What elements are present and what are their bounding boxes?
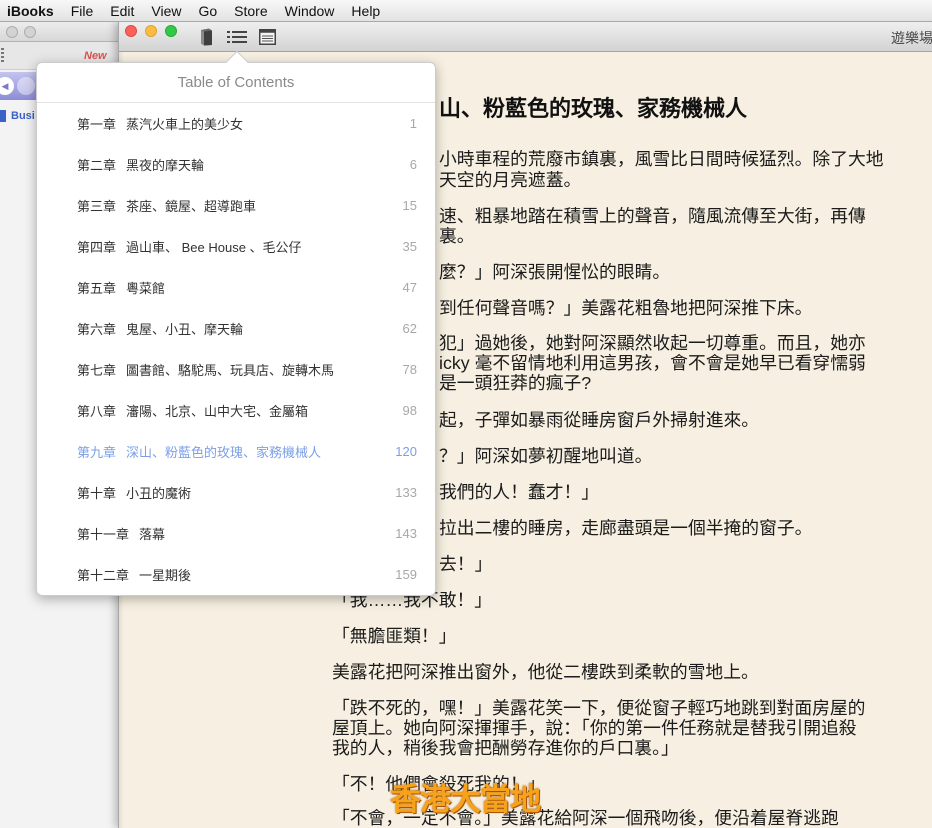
toc-chapter-title: 茶座、鏡屋、超導跑車 bbox=[126, 199, 257, 214]
text-line: 到任何聲音嗎？」美露花粗魯地把阿深推下床。 bbox=[439, 298, 813, 318]
toc-page-number: 6 bbox=[409, 157, 417, 172]
toc-page-number: 98 bbox=[402, 403, 417, 418]
toc-page-number: 62 bbox=[402, 321, 417, 336]
toc-item-chapter-11[interactable]: 第十一章 落幕 143 bbox=[37, 513, 435, 554]
reader-titlebar[interactable]: 遊樂場 bbox=[119, 22, 932, 52]
toc-item-chapter-8[interactable]: 第八章 瀋陽、北京、山中大宅、金屬箱 98 bbox=[37, 390, 435, 431]
toc-chapter-label: 第二章 bbox=[77, 158, 117, 173]
text-line: icky 毫不留情地利用這男孩，會不會是她早已看穿懦弱 bbox=[439, 353, 866, 373]
text-line: 「無膽匪類！」 bbox=[332, 626, 457, 646]
toc-item-chapter-6[interactable]: 第六章 鬼屋、小丑、摩天輪 62 bbox=[37, 308, 435, 349]
text-line: 速、粗暴地踏在積雪上的聲音，隨風流傳至大街，再傳 bbox=[439, 206, 866, 226]
toc-item-chapter-5[interactable]: 第五章 粵菜館 47 bbox=[37, 267, 435, 308]
toc-chapter-title: 過山車、 Bee House 、毛公仔 bbox=[126, 240, 302, 255]
inactive-close-button[interactable] bbox=[6, 26, 18, 38]
minimize-button[interactable] bbox=[145, 25, 157, 37]
toc-chapter-title: 小丑的魔術 bbox=[126, 486, 192, 501]
toc-page-number: 15 bbox=[402, 198, 417, 213]
toc-chapter-title: 瀋陽、北京、山中大宅、金屬箱 bbox=[126, 404, 309, 419]
text-line: 裏。 bbox=[439, 226, 475, 246]
text-line: 麼？」阿深張開惺忪的眼睛。 bbox=[439, 262, 671, 282]
toc-page-number: 159 bbox=[395, 567, 417, 582]
popover-title: Table of Contents bbox=[37, 63, 435, 103]
text-line: 犯」過她後，她對阿深顯然收起一切尊重。而且，她亦 bbox=[439, 333, 866, 353]
toc-page-number: 120 bbox=[395, 444, 417, 459]
back-arrow-icon[interactable]: ◀ bbox=[0, 77, 14, 95]
toc-chapter-label: 第一章 bbox=[77, 117, 117, 132]
table-of-contents-popover: Table of Contents 第一章 蒸汽火車上的美少女 1 第二章 黑夜… bbox=[36, 50, 436, 596]
watermark: 香港大當地 bbox=[390, 782, 541, 817]
sidebar-item-label: Busi bbox=[11, 110, 35, 122]
toc-chapter-title: 鬼屋、小丑、摩天輪 bbox=[126, 322, 244, 337]
toc-item-chapter-12[interactable]: 第十二章 一星期後 159 bbox=[37, 554, 435, 595]
toc-item-chapter-10[interactable]: 第十章 小丑的魔術 133 bbox=[37, 472, 435, 513]
new-toolbar-item[interactable]: New bbox=[84, 49, 107, 63]
text-line: 起，子彈如暴雨從睡房窗戶外掃射進來。 bbox=[439, 410, 760, 430]
menu-app-ibooks[interactable]: iBooks bbox=[7, 3, 54, 19]
menu-file[interactable]: File bbox=[71, 3, 94, 19]
text-line: 去！」 bbox=[439, 554, 493, 574]
text-line: ？」阿深如夢初醒地叫道。 bbox=[439, 446, 653, 466]
toc-page-number: 133 bbox=[395, 485, 417, 500]
zoom-button[interactable] bbox=[165, 25, 177, 37]
toc-chapter-label: 第九章 bbox=[77, 445, 117, 460]
notes-icon[interactable] bbox=[259, 29, 276, 45]
chapter-heading: 山、粉藍色的玫瑰、家務機械人 bbox=[439, 96, 748, 121]
menu-window[interactable]: Window bbox=[285, 3, 335, 19]
toc-page-number: 78 bbox=[402, 362, 417, 377]
toc-chapter-title: 圖書館、駱駝馬、玩具店、旋轉木馬 bbox=[126, 363, 335, 378]
text-line: 我的人，稍後我會把酬勞存進你的戶口裏。」 bbox=[332, 738, 679, 758]
toc-item-chapter-9[interactable]: 第九章 深山、粉藍色的玫瑰、家務機械人 120 bbox=[37, 431, 435, 472]
library-icon[interactable] bbox=[199, 28, 215, 46]
toc-item-chapter-3[interactable]: 第三章 茶座、鏡屋、超導跑車 15 bbox=[37, 185, 435, 226]
toc-chapter-label: 第十二章 bbox=[77, 568, 130, 583]
toc-chapter-label: 第五章 bbox=[77, 281, 117, 296]
toc-page-number: 35 bbox=[402, 239, 417, 254]
menu-store[interactable]: Store bbox=[234, 3, 267, 19]
toc-chapter-label: 第三章 bbox=[77, 199, 117, 214]
toc-item-chapter-2[interactable]: 第二章 黑夜的摩天輪 6 bbox=[37, 144, 435, 185]
toc-chapter-title: 黑夜的摩天輪 bbox=[126, 158, 205, 173]
background-window-titlebar[interactable] bbox=[0, 22, 118, 42]
close-button[interactable] bbox=[125, 25, 137, 37]
toc-item-chapter-7[interactable]: 第七章 圖書館、駱駝馬、玩具店、旋轉木馬 78 bbox=[37, 349, 435, 390]
menu-go[interactable]: Go bbox=[198, 3, 217, 19]
text-line: 是一頭狂莽的瘋子? bbox=[439, 373, 592, 393]
menu-view[interactable]: View bbox=[151, 3, 181, 19]
toc-page-number: 47 bbox=[402, 280, 417, 295]
toc-chapter-label: 第十章 bbox=[77, 486, 117, 501]
toc-item-chapter-1[interactable]: 第一章 蒸汽火車上的美少女 1 bbox=[37, 103, 435, 144]
book-title: 遊樂場 bbox=[891, 30, 932, 46]
text-line: 小時車程的荒廢市鎮裏，風雪比日間時候猛烈。除了大地 bbox=[439, 149, 884, 169]
menu-help[interactable]: Help bbox=[351, 3, 380, 19]
text-line: 天空的月亮遮蓋。 bbox=[439, 170, 582, 190]
toc-chapter-title: 深山、粉藍色的玫瑰、家務機械人 bbox=[126, 445, 322, 460]
forward-arrow-icon[interactable] bbox=[17, 77, 35, 95]
table-of-contents-icon[interactable] bbox=[227, 30, 247, 44]
toc-chapter-label: 第八章 bbox=[77, 404, 117, 419]
toc-chapter-title: 蒸汽火車上的美少女 bbox=[126, 117, 244, 132]
sidebar-item-busi[interactable]: Busi bbox=[0, 108, 35, 124]
toc-chapter-title: 一星期後 bbox=[139, 568, 192, 583]
toc-chapter-label: 第四章 bbox=[77, 240, 117, 255]
toc-page-number: 1 bbox=[409, 116, 417, 131]
toc-chapter-title: 粵菜館 bbox=[126, 281, 166, 296]
text-line: 屋頂上。她向阿深揮揮手，說：「你的第一件任務就是替我引開追殺 bbox=[332, 718, 857, 738]
toc-page-number: 143 bbox=[395, 526, 417, 541]
text-line: 拉出二樓的睡房，走廊盡頭是一個半掩的窗子。 bbox=[439, 518, 813, 538]
toc-chapter-label: 第十一章 bbox=[77, 527, 130, 542]
toc-chapter-label: 第六章 bbox=[77, 322, 117, 337]
text-line: 美露花把阿深推出窗外，他從二樓跌到柔軟的雪地上。 bbox=[332, 662, 759, 682]
text-line: 我們的人！蠢才！」 bbox=[439, 482, 600, 502]
inactive-minimize-button[interactable] bbox=[24, 26, 36, 38]
grip-icon bbox=[1, 48, 4, 62]
folder-icon bbox=[0, 110, 6, 122]
text-line: 「跌不死的，嘿！」美露花笑一下，便從窗子輕巧地跳到對面房屋的 bbox=[332, 698, 866, 718]
toc-item-chapter-4[interactable]: 第四章 過山車、 Bee House 、毛公仔 35 bbox=[37, 226, 435, 267]
menu-bar: iBooks File Edit View Go Store Window He… bbox=[0, 0, 932, 22]
toc-chapter-label: 第七章 bbox=[77, 363, 117, 378]
menu-edit[interactable]: Edit bbox=[110, 3, 134, 19]
toc-chapter-title: 落幕 bbox=[139, 527, 166, 542]
